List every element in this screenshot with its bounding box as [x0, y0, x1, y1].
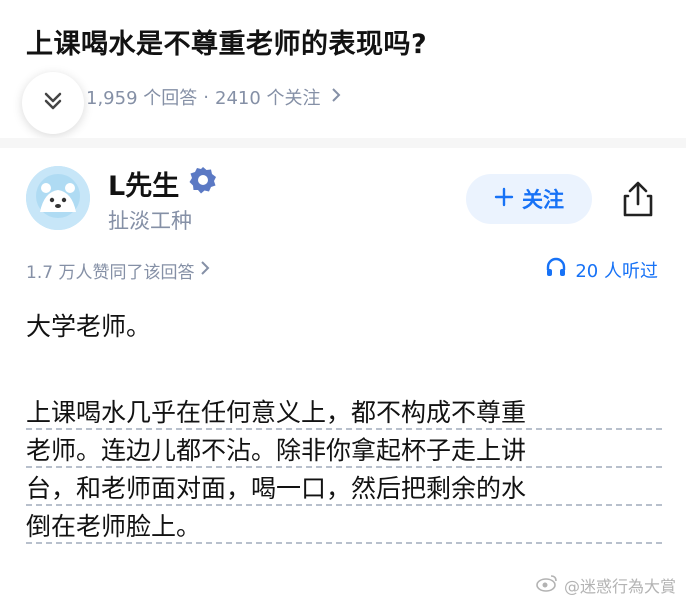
answer-line: 老师。连边儿都不沾。除非你拿起杯子走上讲	[26, 432, 662, 470]
answers-count: 1,959 个回答	[86, 88, 198, 109]
upvote-summary[interactable]: 1.7 万人赞同了该回答	[26, 258, 210, 283]
collapse-button[interactable]	[22, 72, 84, 134]
share-icon	[620, 181, 656, 222]
author-name-row[interactable]: L先生	[108, 164, 217, 203]
answer-line: 台，和老师面对面，喝一口，然后把剩余的水	[26, 470, 662, 508]
chevron-right-icon	[200, 260, 210, 281]
chevron-right-icon	[331, 87, 341, 108]
author-name: L先生	[108, 171, 180, 202]
answer-paragraph-2: 上课喝水几乎在任何意义上，都不构成不尊重 老师。连边儿都不沾。除非你拿起杯子走上…	[26, 394, 662, 546]
upvote-text: 1.7 万人赞同了该回答	[26, 263, 195, 283]
follow-button-label: 关注	[522, 188, 564, 212]
double-chevron-down-icon	[42, 90, 64, 116]
watermark-text: @迷惑行為大賞	[563, 577, 676, 596]
meta-separator: ·	[203, 86, 209, 108]
plus-icon	[494, 187, 514, 212]
question-meta[interactable]: 1,959 个回答 · 2410 个关注	[86, 84, 341, 110]
avatar[interactable]	[26, 166, 90, 230]
share-button[interactable]	[620, 180, 656, 218]
section-divider	[0, 138, 686, 148]
author-bio: 扯淡工种	[108, 209, 192, 233]
headphones-icon	[545, 256, 567, 283]
follow-button[interactable]: 关注	[466, 174, 592, 224]
answer-line: 倒在老师脸上。	[26, 508, 662, 546]
followers-count: 2410 个关注	[215, 88, 321, 109]
listen-count[interactable]: 20 人听过	[545, 256, 658, 283]
watermark: @迷惑行為大賞	[536, 573, 676, 597]
answer-content: 大学老师。 上课喝水几乎在任何意义上，都不构成不尊重 老师。连边儿都不沾。除非你…	[26, 308, 662, 546]
answer-paragraph-1: 大学老师。	[26, 312, 152, 341]
verified-badge-icon	[189, 166, 217, 201]
weibo-icon	[536, 574, 558, 596]
listen-text: 20 人听过	[575, 260, 658, 282]
answer-line: 上课喝水几乎在任何意义上，都不构成不尊重	[26, 394, 662, 432]
question-title[interactable]: 上课喝水是不尊重老师的表现吗?	[26, 22, 427, 61]
